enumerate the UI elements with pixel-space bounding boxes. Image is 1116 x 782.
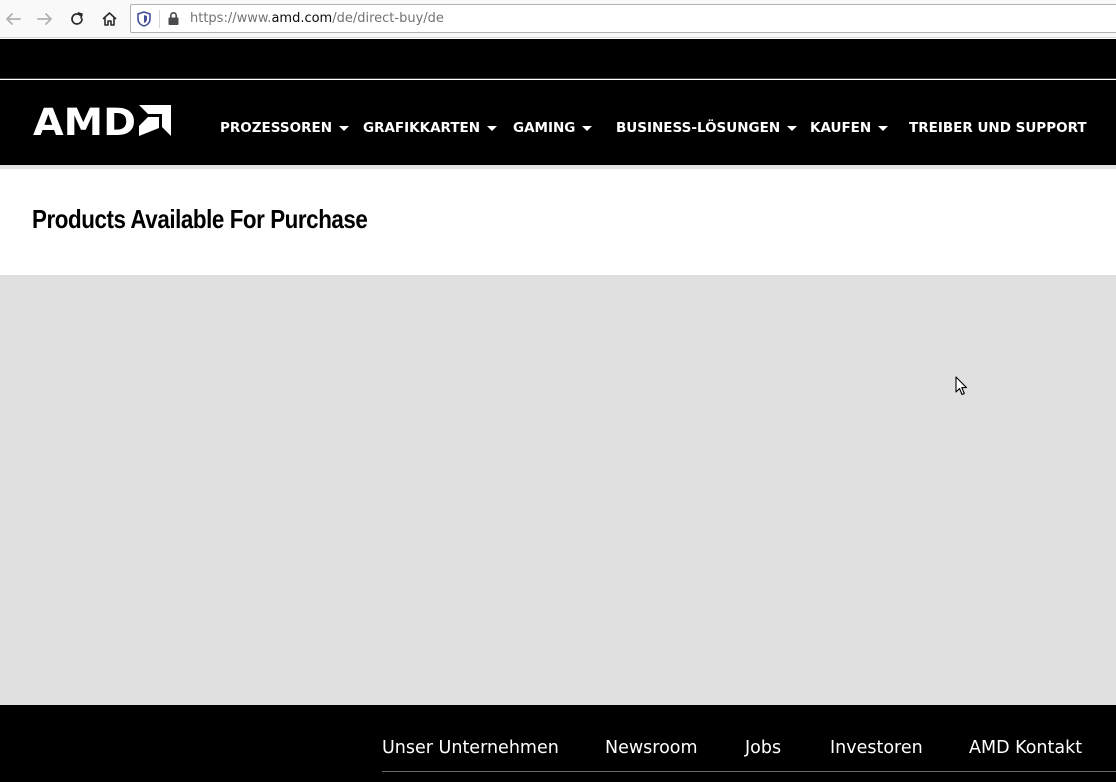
nav-item-label: GAMING <box>513 120 576 136</box>
nav-item-label: BUSINESS-LÖSUNGEN <box>616 120 781 136</box>
back-arrow-icon[interactable] <box>0 6 26 32</box>
footer-link-newsroom[interactable]: Newsroom <box>605 738 698 758</box>
lock-icon[interactable] <box>167 11 180 30</box>
nav-item-label: KAUFEN <box>810 120 872 136</box>
caret-down-icon <box>487 126 498 131</box>
browser-toolbar: https://www.amd.com/de/direct-buy/de <box>0 0 1116 38</box>
nav-item-label: TREIBER UND SUPPORT <box>909 120 1087 136</box>
amd-logo[interactable]: AMD <box>33 101 173 144</box>
home-icon[interactable] <box>96 6 122 32</box>
footer-divider <box>382 771 1116 772</box>
amd-logo-mark: AMD <box>33 101 171 144</box>
address-bar-separator <box>159 10 160 28</box>
utility-bar <box>0 39 1116 79</box>
nav-item-treiber-und-support[interactable]: TREIBER UND SUPPORT <box>909 118 1087 138</box>
footer-link-amd-kontakt[interactable]: AMD Kontakt <box>969 738 1082 758</box>
footer-link-investoren[interactable]: Investoren <box>830 738 923 758</box>
url-path: /de/direct-buy/de <box>332 11 444 26</box>
caret-down-icon <box>339 126 350 131</box>
footer: Unser Unternehmen Newsroom Jobs Investor… <box>0 705 1116 782</box>
nav-item-kaufen[interactable]: KAUFEN <box>810 118 889 138</box>
footer-link-unser-unternehmen[interactable]: Unser Unternehmen <box>382 738 559 758</box>
product-list-area <box>0 275 1116 705</box>
nav-item-label: GRAFIKKARTEN <box>363 120 481 136</box>
main-navigation: AMD PROZESSOREN GRAFIKKARTEN GAMING BUSI… <box>0 80 1116 165</box>
nav-item-label: PROZESSOREN <box>220 120 333 136</box>
reload-icon[interactable] <box>64 6 90 32</box>
page-title: Products Available For Purchase <box>32 204 368 234</box>
nav-item-business-loesungen[interactable]: BUSINESS-LÖSUNGEN <box>616 118 798 138</box>
title-section: Products Available For Purchase <box>0 169 1116 275</box>
tracking-shield-icon[interactable] <box>137 11 151 31</box>
nav-item-prozessoren[interactable]: PROZESSOREN <box>220 118 350 138</box>
nav-item-gaming[interactable]: GAMING <box>513 118 593 138</box>
caret-down-icon <box>582 126 593 131</box>
footer-link-jobs[interactable]: Jobs <box>745 738 781 758</box>
url-prefix: https://www. <box>190 11 272 26</box>
forward-arrow-icon[interactable] <box>32 6 58 32</box>
url-domain: amd.com <box>271 11 333 26</box>
nav-item-grafikkarten[interactable]: GRAFIKKARTEN <box>363 118 498 138</box>
mouse-cursor-icon <box>955 376 969 400</box>
svg-text:AMD: AMD <box>33 103 136 137</box>
url-text[interactable]: https://www.amd.com/de/direct-buy/de <box>190 11 444 26</box>
address-bar[interactable]: https://www.amd.com/de/direct-buy/de <box>130 4 1116 33</box>
caret-down-icon <box>878 126 889 131</box>
caret-down-icon <box>787 126 798 131</box>
